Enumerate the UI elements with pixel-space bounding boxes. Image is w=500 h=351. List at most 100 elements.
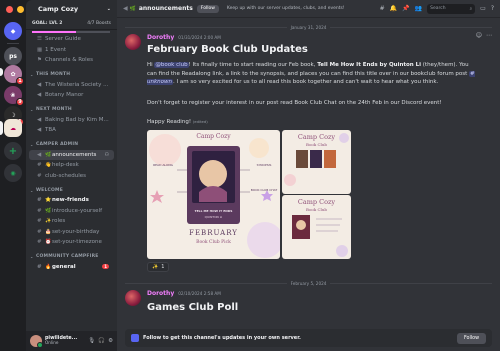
- sidebar-item-label: Channels & Roles: [45, 57, 93, 64]
- discover-icon[interactable]: ◉: [4, 164, 22, 182]
- sidebar-item-voice[interactable]: ◀ TBA: [29, 125, 114, 136]
- message-heading: February Book Club Updates: [147, 44, 308, 55]
- category-camper-admin[interactable]: ⌄ CAMPER ADMIN: [26, 140, 117, 150]
- threads-icon[interactable]: #: [380, 5, 385, 12]
- message-author[interactable]: Dorothy: [147, 34, 174, 41]
- category-this-month[interactable]: ⌄ THIS MONTH: [26, 70, 117, 80]
- sidebar-item-new-friends[interactable]: # ⭐ new-friends: [29, 195, 114, 206]
- reaction-count: 1: [161, 264, 165, 270]
- server-rail: ◆ ps ✿1 ❀9 ☽1 ☁ + ◉: [0, 18, 26, 351]
- channel-list: ☰ Server Guide ▦ 1 Event ⚑ Channels & Roles…: [26, 34, 117, 272]
- chevron-down-icon: ⌄: [106, 6, 111, 12]
- message-author[interactable]: Dorothy: [147, 290, 174, 297]
- follow-banner: Follow to get this channel's updates in …: [125, 329, 492, 347]
- server-header[interactable]: Camp Cozy ⌄: [26, 0, 117, 18]
- category-next-month[interactable]: ⌄ NEXT MONTH: [26, 105, 117, 115]
- microphone-icon[interactable]: 🎙: [88, 338, 95, 344]
- server-icon-ps[interactable]: ps: [4, 47, 22, 65]
- message-header: Dorothy 02/10/2024 2:58 AM: [147, 290, 221, 297]
- hash-icon: #: [37, 263, 42, 270]
- sidebar-item-voice[interactable]: ◀ Baking Bad by Kim M...: [29, 115, 114, 126]
- guide-icon: ☰: [37, 36, 42, 43]
- inbox-icon[interactable]: ▭: [480, 5, 486, 12]
- flyer-header: Camp Cozy: [196, 133, 231, 140]
- server-icon-camp-cozy[interactable]: ☁: [4, 119, 22, 137]
- sidebar-item-label: set-your-birthday: [52, 228, 100, 235]
- attachment-image-3[interactable]: Camp Cozy Book Club: [282, 195, 351, 259]
- bell-icon[interactable]: 🔔: [390, 5, 397, 12]
- channel-topic[interactable]: Keep up with our server updates, clubs, …: [227, 6, 345, 11]
- sidebar-item-server-guide[interactable]: ☰ Server Guide: [29, 34, 114, 45]
- edited-marker: (edited): [192, 119, 208, 124]
- clock-icon: ⏰: [45, 239, 52, 246]
- server-name: Camp Cozy: [38, 5, 79, 13]
- sidebar-item-label: TBA: [45, 127, 56, 134]
- direct-messages-icon[interactable]: ◆: [4, 22, 22, 40]
- more-options-icon[interactable]: ⋯: [486, 32, 492, 39]
- channel-sidebar: Camp Cozy ⌄ GOAL: LVL 2 4/7 Boosts ☰ Serv…: [26, 0, 117, 351]
- server-icon-3[interactable]: ❀ 9: [4, 86, 24, 106]
- minimize-window-button[interactable]: [17, 6, 24, 13]
- speaker-icon: ◀: [37, 127, 42, 134]
- sidebar-item-club-schedules[interactable]: # club-schedules: [29, 171, 114, 182]
- add-reaction-icon[interactable]: ☺: [476, 32, 482, 39]
- sidebar-item-help-desk[interactable]: # 👋 help-desk: [29, 160, 114, 171]
- main-content: ◀ 🌿 announcements Follow Keep up with ou…: [117, 0, 500, 351]
- date-divider-label: February 5, 2024: [290, 280, 327, 286]
- message-heading: Games Club Poll: [147, 302, 239, 313]
- sidebar-item-roles[interactable]: # ✨ roles: [29, 216, 114, 227]
- role-mention[interactable]: @book club: [154, 62, 189, 68]
- channel-header: ◀ 🌿 announcements Follow Keep up with ou…: [117, 0, 500, 18]
- settings-icon[interactable]: ⚙: [108, 338, 113, 344]
- roles-icon: ⚑: [37, 57, 42, 64]
- message-header: Dorothy 01/31/2024 2:00 AM: [147, 34, 221, 41]
- user-info[interactable]: piwilidete... Online: [45, 336, 77, 346]
- category-welcome[interactable]: ⌄ WELCOME: [26, 185, 117, 195]
- follow-button[interactable]: Follow: [456, 332, 486, 344]
- sidebar-item-channels-roles[interactable]: ⚑ Channels & Roles: [29, 55, 114, 66]
- help-icon[interactable]: ?: [491, 5, 494, 12]
- members-icon[interactable]: 👥: [415, 5, 422, 12]
- hash-icon: #: [37, 207, 42, 214]
- avatar[interactable]: [125, 290, 141, 306]
- sidebar-item-label: Botany Manor: [45, 92, 84, 99]
- boost-level: GOAL: LVL 2: [32, 21, 63, 26]
- star-icon: ⭐: [45, 197, 52, 204]
- sidebar-item-set-your-timezone[interactable]: # ⏰ set-your-timezone: [29, 237, 114, 248]
- book-cover-illustration: [292, 215, 348, 257]
- search-placeholder: Search: [430, 5, 446, 11]
- flyer-book-author: QUINTON LI: [204, 215, 223, 219]
- sidebar-item-introduce-yourself[interactable]: # 🌿 introduce-yourself: [29, 206, 114, 217]
- sidebar-item-voice[interactable]: ◀ Botany Manor: [29, 90, 114, 101]
- sidebar-item-set-your-birthday[interactable]: # 🎂 set-your-birthday: [29, 227, 114, 238]
- close-window-button[interactable]: [6, 6, 13, 13]
- reaction-chip[interactable]: ✨ 1: [147, 262, 170, 272]
- avatar[interactable]: [125, 34, 141, 50]
- sidebar-item-announcements[interactable]: ◀ 🌿 announcements ⚇: [29, 149, 114, 160]
- cake-icon: 🎂: [45, 228, 52, 235]
- add-server-icon[interactable]: +: [4, 142, 22, 160]
- user-status: Online: [45, 340, 59, 346]
- sidebar-item-events[interactable]: ▦ 1 Event: [29, 45, 114, 56]
- server-icon-2[interactable]: ✿ 1: [4, 65, 24, 85]
- mention-badge: 1: [102, 264, 109, 270]
- sidebar-item-label: roles: [52, 218, 66, 225]
- text-span: ! Its finally time to start reading our …: [188, 62, 318, 68]
- follow-icon: [131, 334, 139, 342]
- pin-icon[interactable]: 📌: [402, 5, 409, 12]
- sidebar-item-voice[interactable]: ◀ The Wisteria Society ...: [29, 80, 114, 91]
- search-input[interactable]: Search ⌕: [427, 3, 476, 14]
- message-body-paragraph: Don't forget to register your interest i…: [147, 100, 442, 106]
- message-timestamp: 02/10/2024 2:58 AM: [178, 291, 221, 296]
- add-member-icon[interactable]: ⚇: [105, 152, 109, 158]
- sidebar-item-general[interactable]: # 🔥 general 1: [29, 262, 114, 273]
- attachment-image-2[interactable]: Camp Cozy Book Club: [282, 130, 351, 194]
- boost-goal[interactable]: GOAL: LVL 2 4/7 Boosts: [26, 18, 117, 30]
- headphones-icon[interactable]: 🎧: [98, 338, 105, 344]
- date-divider: January 31, 2024: [125, 24, 493, 30]
- follow-header-button[interactable]: Follow: [196, 4, 219, 13]
- avatar[interactable]: [30, 335, 43, 348]
- attachment-image-main[interactable]: Camp Cozy TELL ME HOW IT ENDS QUINTON LI…: [147, 130, 280, 259]
- category-community-campfire[interactable]: ⌄ COMMUNITY CAMPFIRE: [26, 252, 117, 262]
- message-body-paragraph: Hi @book club! Its finally time to start…: [147, 61, 477, 87]
